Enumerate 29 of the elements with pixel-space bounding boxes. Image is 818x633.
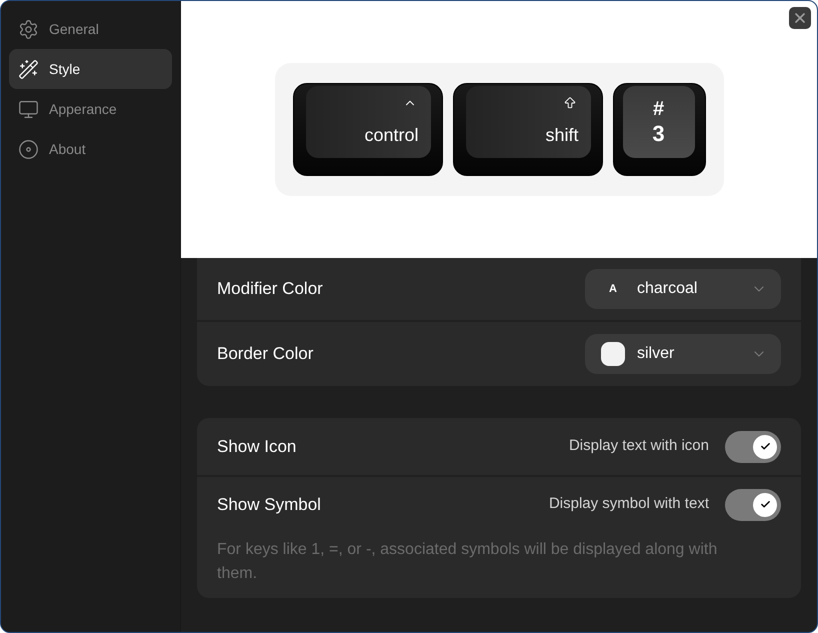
setting-description: Display text with icon [568,436,709,456]
magic-wand-icon [18,58,39,80]
key-label: 3 [652,121,665,147]
monitor-icon [18,98,39,120]
setting-label: Show Icon [217,436,296,458]
toggle-switch[interactable] [725,488,781,520]
close-button[interactable] [789,7,811,29]
setting-label: Border Color [217,343,314,366]
color-dropdown[interactable]: A charcoal [585,269,781,309]
dropdown-value: silver [637,344,676,364]
color-dropdown[interactable]: silver [585,334,781,374]
check-icon [760,441,770,452]
sidebar-item[interactable]: Style [9,49,172,89]
setting-label: Modifier Color [217,278,323,300]
check-icon [760,499,770,510]
setting-label: Show Symbol [217,494,321,516]
close-icon [792,10,808,26]
dropdown-value: charcoal [637,279,698,299]
sidebar-item[interactable]: General [9,9,172,49]
sidebar-item[interactable]: About [9,129,172,169]
key-label: shift [545,124,578,146]
key-symbol: # [652,97,664,121]
gear-icon [18,18,39,40]
disc-icon [18,138,39,160]
toggle-switch[interactable] [725,430,781,462]
key-label: control [364,124,418,146]
sidebar-item[interactable]: Apperance [9,89,172,129]
setting-note: For keys like 1, =, or -, associated symbols will be displayed along with them. [217,540,718,584]
setting-description: Display symbol with text [548,494,709,514]
